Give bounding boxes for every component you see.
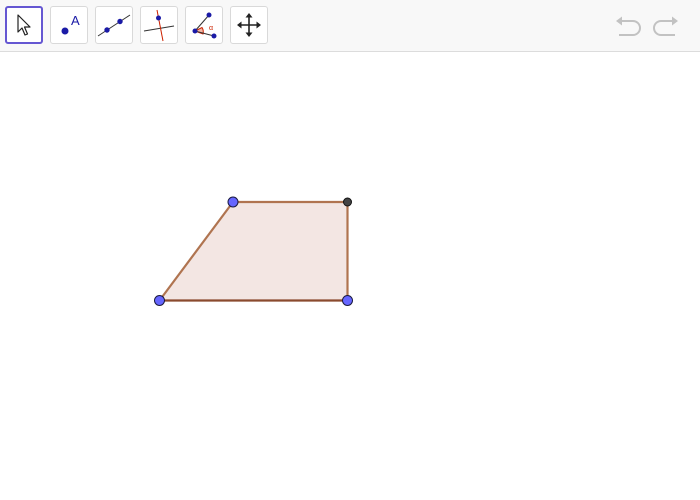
point-tool-button[interactable]: A	[50, 6, 88, 44]
point-icon-letter: A	[71, 13, 80, 28]
line-tool-button[interactable]	[95, 6, 133, 44]
perpendicular-line-icon	[143, 9, 175, 42]
cursor-arrow-icon	[17, 14, 31, 36]
angle-tool-button[interactable]: α	[185, 6, 223, 44]
move-graphics-view-tool-button[interactable]	[230, 6, 268, 44]
point-bottom-right[interactable]	[342, 295, 353, 306]
redo-button[interactable]	[650, 14, 682, 40]
point-bottom-left[interactable]	[154, 295, 165, 306]
angle-icon: α	[192, 12, 217, 39]
graphics-view-canvas[interactable]	[0, 52, 700, 500]
undo-button[interactable]	[612, 14, 644, 40]
move-tool-button[interactable]	[5, 6, 43, 44]
line-through-two-points-icon	[97, 14, 131, 37]
redo-icon	[653, 16, 678, 36]
point-icon: A	[61, 13, 80, 35]
quadrilateral-fill[interactable]	[159, 202, 348, 301]
graphics-view[interactable]	[0, 52, 700, 500]
angle-icon-symbol: α	[209, 25, 213, 32]
undo-icon	[616, 16, 641, 36]
point-top-left[interactable]	[227, 196, 239, 208]
perpendicular-line-tool-button[interactable]	[140, 6, 178, 44]
move-arrows-icon	[237, 13, 261, 37]
geogebra-app: A α	[0, 0, 700, 500]
point-top-right[interactable]	[343, 197, 352, 207]
toolbar: A α	[0, 0, 700, 52]
